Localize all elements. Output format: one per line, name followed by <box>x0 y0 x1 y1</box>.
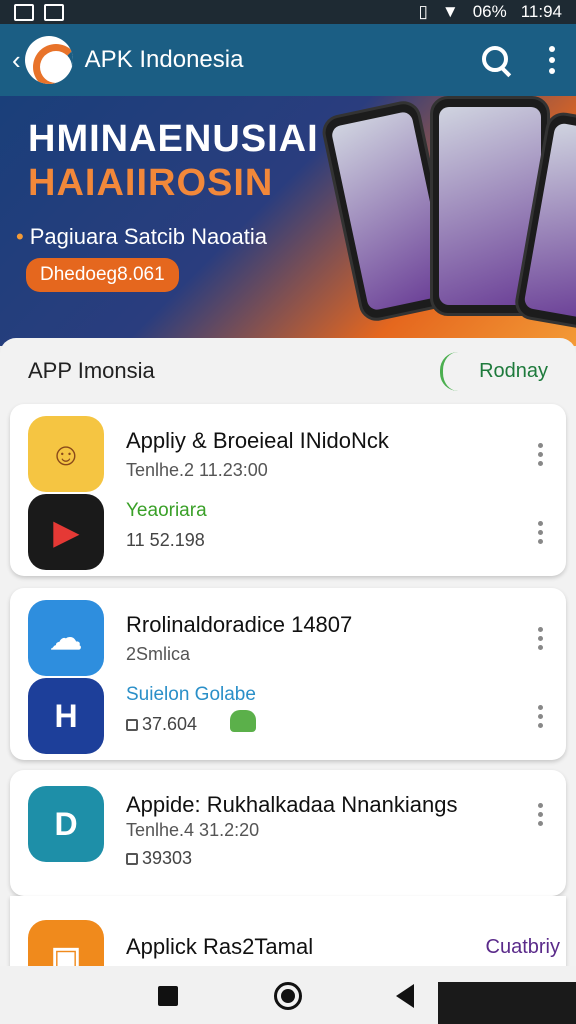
app-title: Rrolinaldoradice 14807 <box>126 612 353 637</box>
app-subtitle: 2Smlica <box>126 644 191 664</box>
more-icon[interactable] <box>528 800 552 828</box>
more-icon[interactable] <box>528 518 552 546</box>
status-bar: ▯ ▼ 06% 11:94 <box>0 0 576 24</box>
app-card-2: ☁ Rrolinaldoradice 14807 2Smlica H Suiel… <box>10 588 566 760</box>
list-item[interactable]: H Suielon Golabe 37.604 <box>10 672 566 756</box>
app-category: Suielon Golabe <box>126 684 256 705</box>
image-notification-icon <box>44 3 64 21</box>
app-size: 39303 <box>126 848 192 869</box>
app-size: 37.604 <box>126 714 197 735</box>
app-logo-icon <box>24 36 73 84</box>
vibrate-icon: ▯ <box>418 2 428 21</box>
section-action-button[interactable]: Rodnay <box>440 351 548 391</box>
banner-subtitle: Pagiuara Satcib Naoatia <box>16 224 267 250</box>
signal-icon: ▼ <box>441 2 459 21</box>
app-title: Applick Ras2Tamal <box>126 934 314 959</box>
recents-icon[interactable] <box>158 986 178 1006</box>
section-title: APP Imonsia <box>28 358 155 383</box>
app-bar: ‹ APK Indonesia <box>0 24 576 96</box>
banner-title-line2: HAIAIIROSIN <box>28 162 274 204</box>
app-icon-media: ▶ <box>28 494 104 570</box>
app-icon-hm: H <box>28 678 104 754</box>
list-item[interactable]: ☺ Appliy & Broeieal INidoNck Tenlhe.2 11… <box>10 410 566 494</box>
system-nav-bar <box>0 966 576 1024</box>
promo-banner[interactable]: HMINAENUSIAI HAIAIIROSIN Pagiuara Satcib… <box>0 96 576 346</box>
more-icon[interactable] <box>528 440 552 468</box>
home-icon[interactable] <box>274 982 302 1010</box>
lock-icon <box>126 719 138 732</box>
app-date: Tenlhe.2 11.23:00 <box>126 460 268 480</box>
app-card-1: ☺ Appliy & Broeieal INidoNck Tenlhe.2 11… <box>10 404 566 576</box>
back-icon[interactable] <box>396 984 414 1008</box>
app-category: Yeaoriara <box>126 500 207 521</box>
app-date: Tenlhe.4 31.2:20 <box>126 820 260 840</box>
app-size: 11 52.198 <box>126 530 205 550</box>
notification-icon <box>14 3 34 21</box>
section-header: APP Imonsia Rodnay <box>28 351 548 391</box>
search-icon[interactable] <box>476 40 516 80</box>
banner-badge: Dhedoeg8.061 <box>26 258 179 292</box>
android-icon <box>230 710 256 732</box>
overflow-menu-icon[interactable] <box>540 40 564 80</box>
app-card-3: D Appide: Rukhalkadaa Nnankiangs Tenlhe.… <box>10 770 566 896</box>
list-item[interactable]: ☁ Rrolinaldoradice 14807 2Smlica <box>10 594 566 678</box>
banner-title-line1: HMINAENUSIAI <box>28 118 319 160</box>
clock: 11:94 <box>520 2 562 21</box>
more-icon[interactable] <box>528 702 552 730</box>
app-icon-cloud: ☁ <box>28 600 104 676</box>
back-chevron-icon[interactable]: ‹ <box>12 45 21 76</box>
list-item[interactable]: ▶ Yeaoriara 11 52.198 <box>10 488 566 572</box>
app-title: Appliy & Broeieal INidoNck <box>126 428 389 453</box>
lock-icon <box>126 853 138 866</box>
app-icon-cookie: ☺ <box>28 416 104 492</box>
more-icon[interactable] <box>528 624 552 652</box>
battery-percent: 06% <box>472 2 507 21</box>
nav-bar-overlay <box>438 982 576 1024</box>
app-badge: Cuatbriy <box>485 936 560 958</box>
app-title: Appide: Rukhalkadaa Nnankiangs <box>126 792 458 817</box>
app-title: APK Indonesia <box>84 46 244 73</box>
app-icon-chat: D <box>28 786 104 862</box>
list-item[interactable]: D Appide: Rukhalkadaa Nnankiangs Tenlhe.… <box>10 784 566 884</box>
